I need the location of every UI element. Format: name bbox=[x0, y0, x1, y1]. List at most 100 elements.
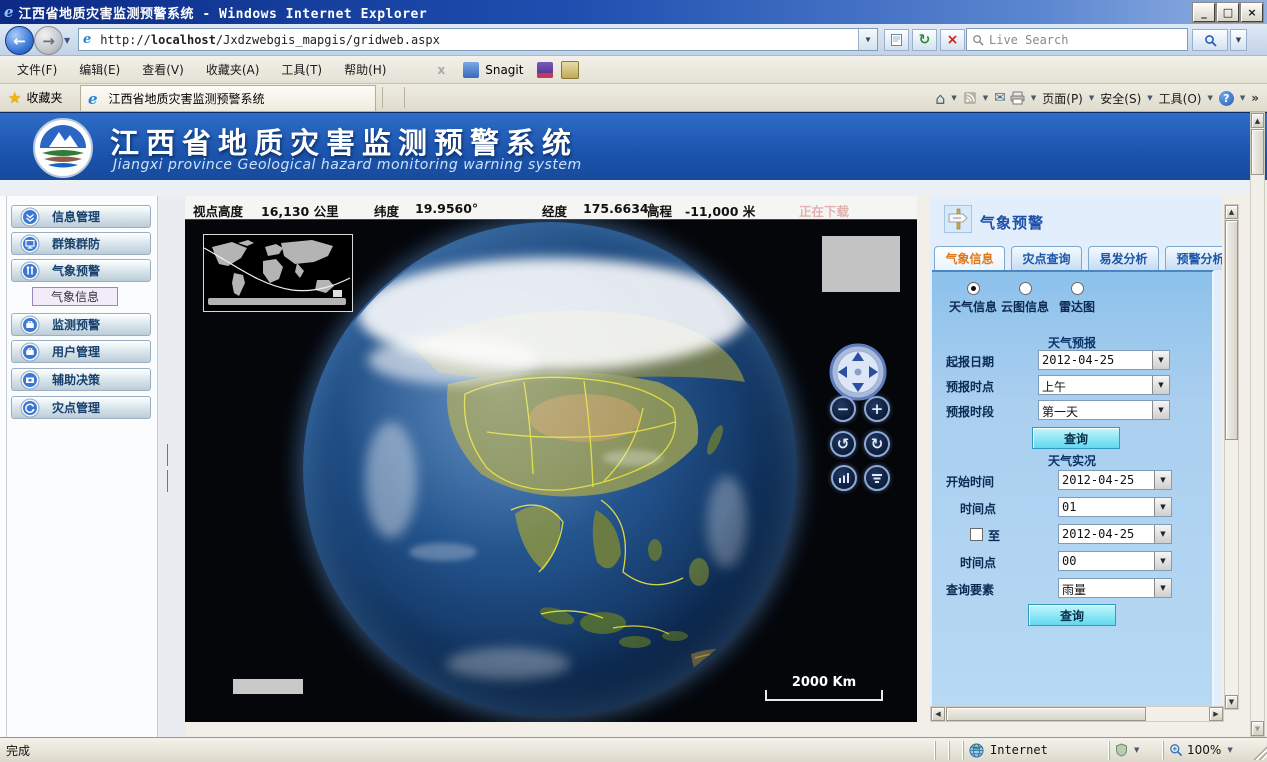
dropdown-arrow-icon[interactable]: ▼ bbox=[1152, 401, 1169, 419]
zoom-in-button[interactable]: + bbox=[864, 396, 890, 422]
menu-favorites[interactable]: 收藏夹(A) bbox=[195, 57, 271, 82]
radio-icon[interactable] bbox=[1071, 282, 1084, 295]
forecast-query-button[interactable]: 查询 bbox=[1032, 427, 1120, 449]
radio-icon[interactable] bbox=[1019, 282, 1032, 295]
favorites-star-icon[interactable]: ★ bbox=[8, 89, 21, 107]
forward-button[interactable]: → bbox=[34, 26, 63, 55]
menu-edit[interactable]: 编辑(E) bbox=[68, 57, 131, 82]
actual-query-button[interactable]: 查询 bbox=[1028, 604, 1116, 626]
dropdown-arrow-icon[interactable]: ▼ bbox=[1154, 552, 1171, 570]
menu-view[interactable]: 查看(V) bbox=[131, 57, 195, 82]
tab-warning-analysis[interactable]: 预警分析 bbox=[1165, 246, 1222, 270]
page-menu[interactable]: 页面(P) bbox=[1042, 90, 1083, 107]
dropdown-arrow-icon[interactable]: ▼ bbox=[1154, 579, 1171, 597]
resize-grip[interactable] bbox=[1251, 741, 1267, 760]
help-icon[interactable]: ? bbox=[1219, 91, 1234, 106]
dropdown-arrow-icon[interactable]: ▼ bbox=[1152, 351, 1169, 369]
sidebar-item-hazard-point-management[interactable]: 灾点管理 bbox=[11, 396, 151, 419]
zoom-out-button[interactable]: − bbox=[830, 396, 856, 422]
globe-viewport[interactable]: − + ↺ ↻ 2000 Km bbox=[185, 220, 917, 722]
home-icon[interactable]: ⌂ bbox=[935, 89, 945, 108]
sidebar-item-user-management[interactable]: 用户管理 bbox=[11, 340, 151, 363]
scroll-down-button[interactable]: ▼ bbox=[1251, 721, 1264, 736]
tab-hazard-query[interactable]: 灾点查询 bbox=[1011, 246, 1082, 270]
minimize-button[interactable]: _ bbox=[1193, 3, 1215, 22]
actual-end-hour-select[interactable]: 00▼ bbox=[1058, 551, 1172, 571]
panel-horizontal-scrollbar[interactable]: ◀ ▶ bbox=[930, 706, 1224, 722]
radio-icon[interactable] bbox=[967, 282, 980, 295]
panel-vertical-scrollbar[interactable]: ▲ ▼ bbox=[1224, 204, 1239, 710]
page-vertical-scrollbar[interactable]: ▲ ▼ bbox=[1250, 112, 1265, 737]
sidebar-item-info-management[interactable]: 信息管理 bbox=[11, 205, 151, 228]
splitter[interactable] bbox=[158, 196, 185, 737]
forecast-time-select[interactable]: 上午▼ bbox=[1038, 375, 1170, 395]
sidebar-subitem-weather-info[interactable]: 气象信息 bbox=[32, 287, 118, 306]
scroll-up-button[interactable]: ▲ bbox=[1225, 205, 1238, 219]
toolbar-close-icon[interactable]: x bbox=[437, 63, 445, 77]
url-dropdown-button[interactable]: ▼ bbox=[858, 29, 877, 50]
menu-help[interactable]: 帮助(H) bbox=[333, 57, 397, 82]
dropdown-arrow-icon[interactable]: ▼ bbox=[1154, 498, 1171, 516]
dropdown-arrow-icon[interactable]: ▼ bbox=[1154, 525, 1171, 543]
scroll-up-button[interactable]: ▲ bbox=[1251, 113, 1264, 128]
snagit-label[interactable]: Snagit bbox=[485, 63, 523, 77]
refresh-button[interactable]: ↻ bbox=[912, 29, 937, 51]
scrollbar-thumb[interactable] bbox=[1251, 129, 1264, 175]
search-input[interactable]: Live Search bbox=[966, 28, 1188, 51]
scroll-down-button[interactable]: ▼ bbox=[1225, 695, 1238, 709]
compatibility-view-button[interactable] bbox=[884, 29, 909, 51]
sidebar-item-weather-warning[interactable]: 气象预警 bbox=[11, 259, 151, 282]
print-icon[interactable] bbox=[1010, 91, 1025, 105]
actual-start-hour-select[interactable]: 01▼ bbox=[1058, 497, 1172, 517]
tools-menu[interactable]: 工具(O) bbox=[1159, 90, 1202, 107]
tab-weather-info[interactable]: 气象信息 bbox=[934, 246, 1005, 270]
overview-world-map[interactable] bbox=[203, 234, 353, 312]
favorites-label[interactable]: 收藏夹 bbox=[26, 89, 62, 106]
radio-option-weather[interactable]: 天气信息 bbox=[946, 282, 1000, 315]
tab-susceptibility-analysis[interactable]: 易发分析 bbox=[1088, 246, 1159, 270]
rotate-ccw-button[interactable]: ↺ bbox=[830, 431, 856, 457]
radio-option-cloud-image[interactable]: 云图信息 bbox=[998, 282, 1052, 315]
close-button[interactable]: × bbox=[1241, 3, 1263, 22]
page-tab[interactable]: e 江西省地质灾害监测预警系统 bbox=[80, 85, 376, 111]
dropdown-arrow-icon[interactable]: ▼ bbox=[1152, 376, 1169, 394]
sidebar-item-decision-support[interactable]: 辅助决策 bbox=[11, 368, 151, 391]
forecast-date-select[interactable]: 2012-04-25▼ bbox=[1038, 350, 1170, 370]
radio-option-radar[interactable]: 雷达图 bbox=[1050, 282, 1104, 315]
search-button[interactable] bbox=[1192, 29, 1228, 51]
back-button[interactable]: ← bbox=[5, 26, 34, 55]
scroll-right-button[interactable]: ▶ bbox=[1209, 707, 1223, 721]
menu-file[interactable]: 文件(F) bbox=[6, 57, 68, 82]
forecast-period-select[interactable]: 第一天▼ bbox=[1038, 400, 1170, 420]
actual-end-date-select[interactable]: 2012-04-25▼ bbox=[1058, 524, 1172, 544]
scrollbar-thumb[interactable] bbox=[946, 707, 1146, 721]
earth-globe[interactable] bbox=[303, 222, 797, 716]
scroll-left-button[interactable]: ◀ bbox=[931, 707, 945, 721]
dropdown-arrow-icon[interactable]: ▼ bbox=[1154, 471, 1171, 489]
feeds-icon[interactable] bbox=[963, 91, 977, 105]
url-field[interactable]: e http://localhost/Jxdzwebgis_mapgis/gri… bbox=[78, 28, 878, 51]
stop-button[interactable]: × bbox=[940, 29, 965, 51]
zoom-control[interactable]: 100% ▼ bbox=[1163, 741, 1251, 760]
protected-mode-button[interactable]: ▼ bbox=[1109, 741, 1163, 760]
query-element-select[interactable]: 雨量▼ bbox=[1058, 578, 1172, 598]
tilt-down-button[interactable] bbox=[864, 465, 890, 491]
rotate-cw-button[interactable]: ↻ bbox=[864, 431, 890, 457]
sidebar-item-monitoring-warning[interactable]: 监测预警 bbox=[11, 313, 151, 336]
safety-menu[interactable]: 安全(S) bbox=[1100, 90, 1141, 107]
more-toolbar-icon[interactable]: » bbox=[1251, 91, 1259, 105]
history-dropdown-icon[interactable]: ▼ bbox=[64, 36, 70, 45]
pan-compass-control[interactable] bbox=[829, 343, 887, 401]
read-mail-icon[interactable]: ✉ bbox=[994, 90, 1006, 106]
snagit-capture-icon[interactable] bbox=[537, 62, 553, 78]
tilt-up-button[interactable] bbox=[831, 465, 857, 491]
search-options-dropdown[interactable]: ▼ bbox=[1230, 29, 1247, 51]
actual-start-date-select[interactable]: 2012-04-25▼ bbox=[1058, 470, 1172, 490]
snagit-icon[interactable] bbox=[463, 62, 479, 78]
sidebar-item-group-prevention[interactable]: 群策群防 bbox=[11, 232, 151, 255]
maximize-button[interactable]: □ bbox=[1217, 3, 1239, 22]
until-checkbox[interactable] bbox=[970, 528, 983, 541]
menu-tools[interactable]: 工具(T) bbox=[270, 57, 333, 82]
scrollbar-thumb[interactable] bbox=[1225, 220, 1238, 440]
snagit-profile-icon[interactable] bbox=[561, 61, 579, 79]
